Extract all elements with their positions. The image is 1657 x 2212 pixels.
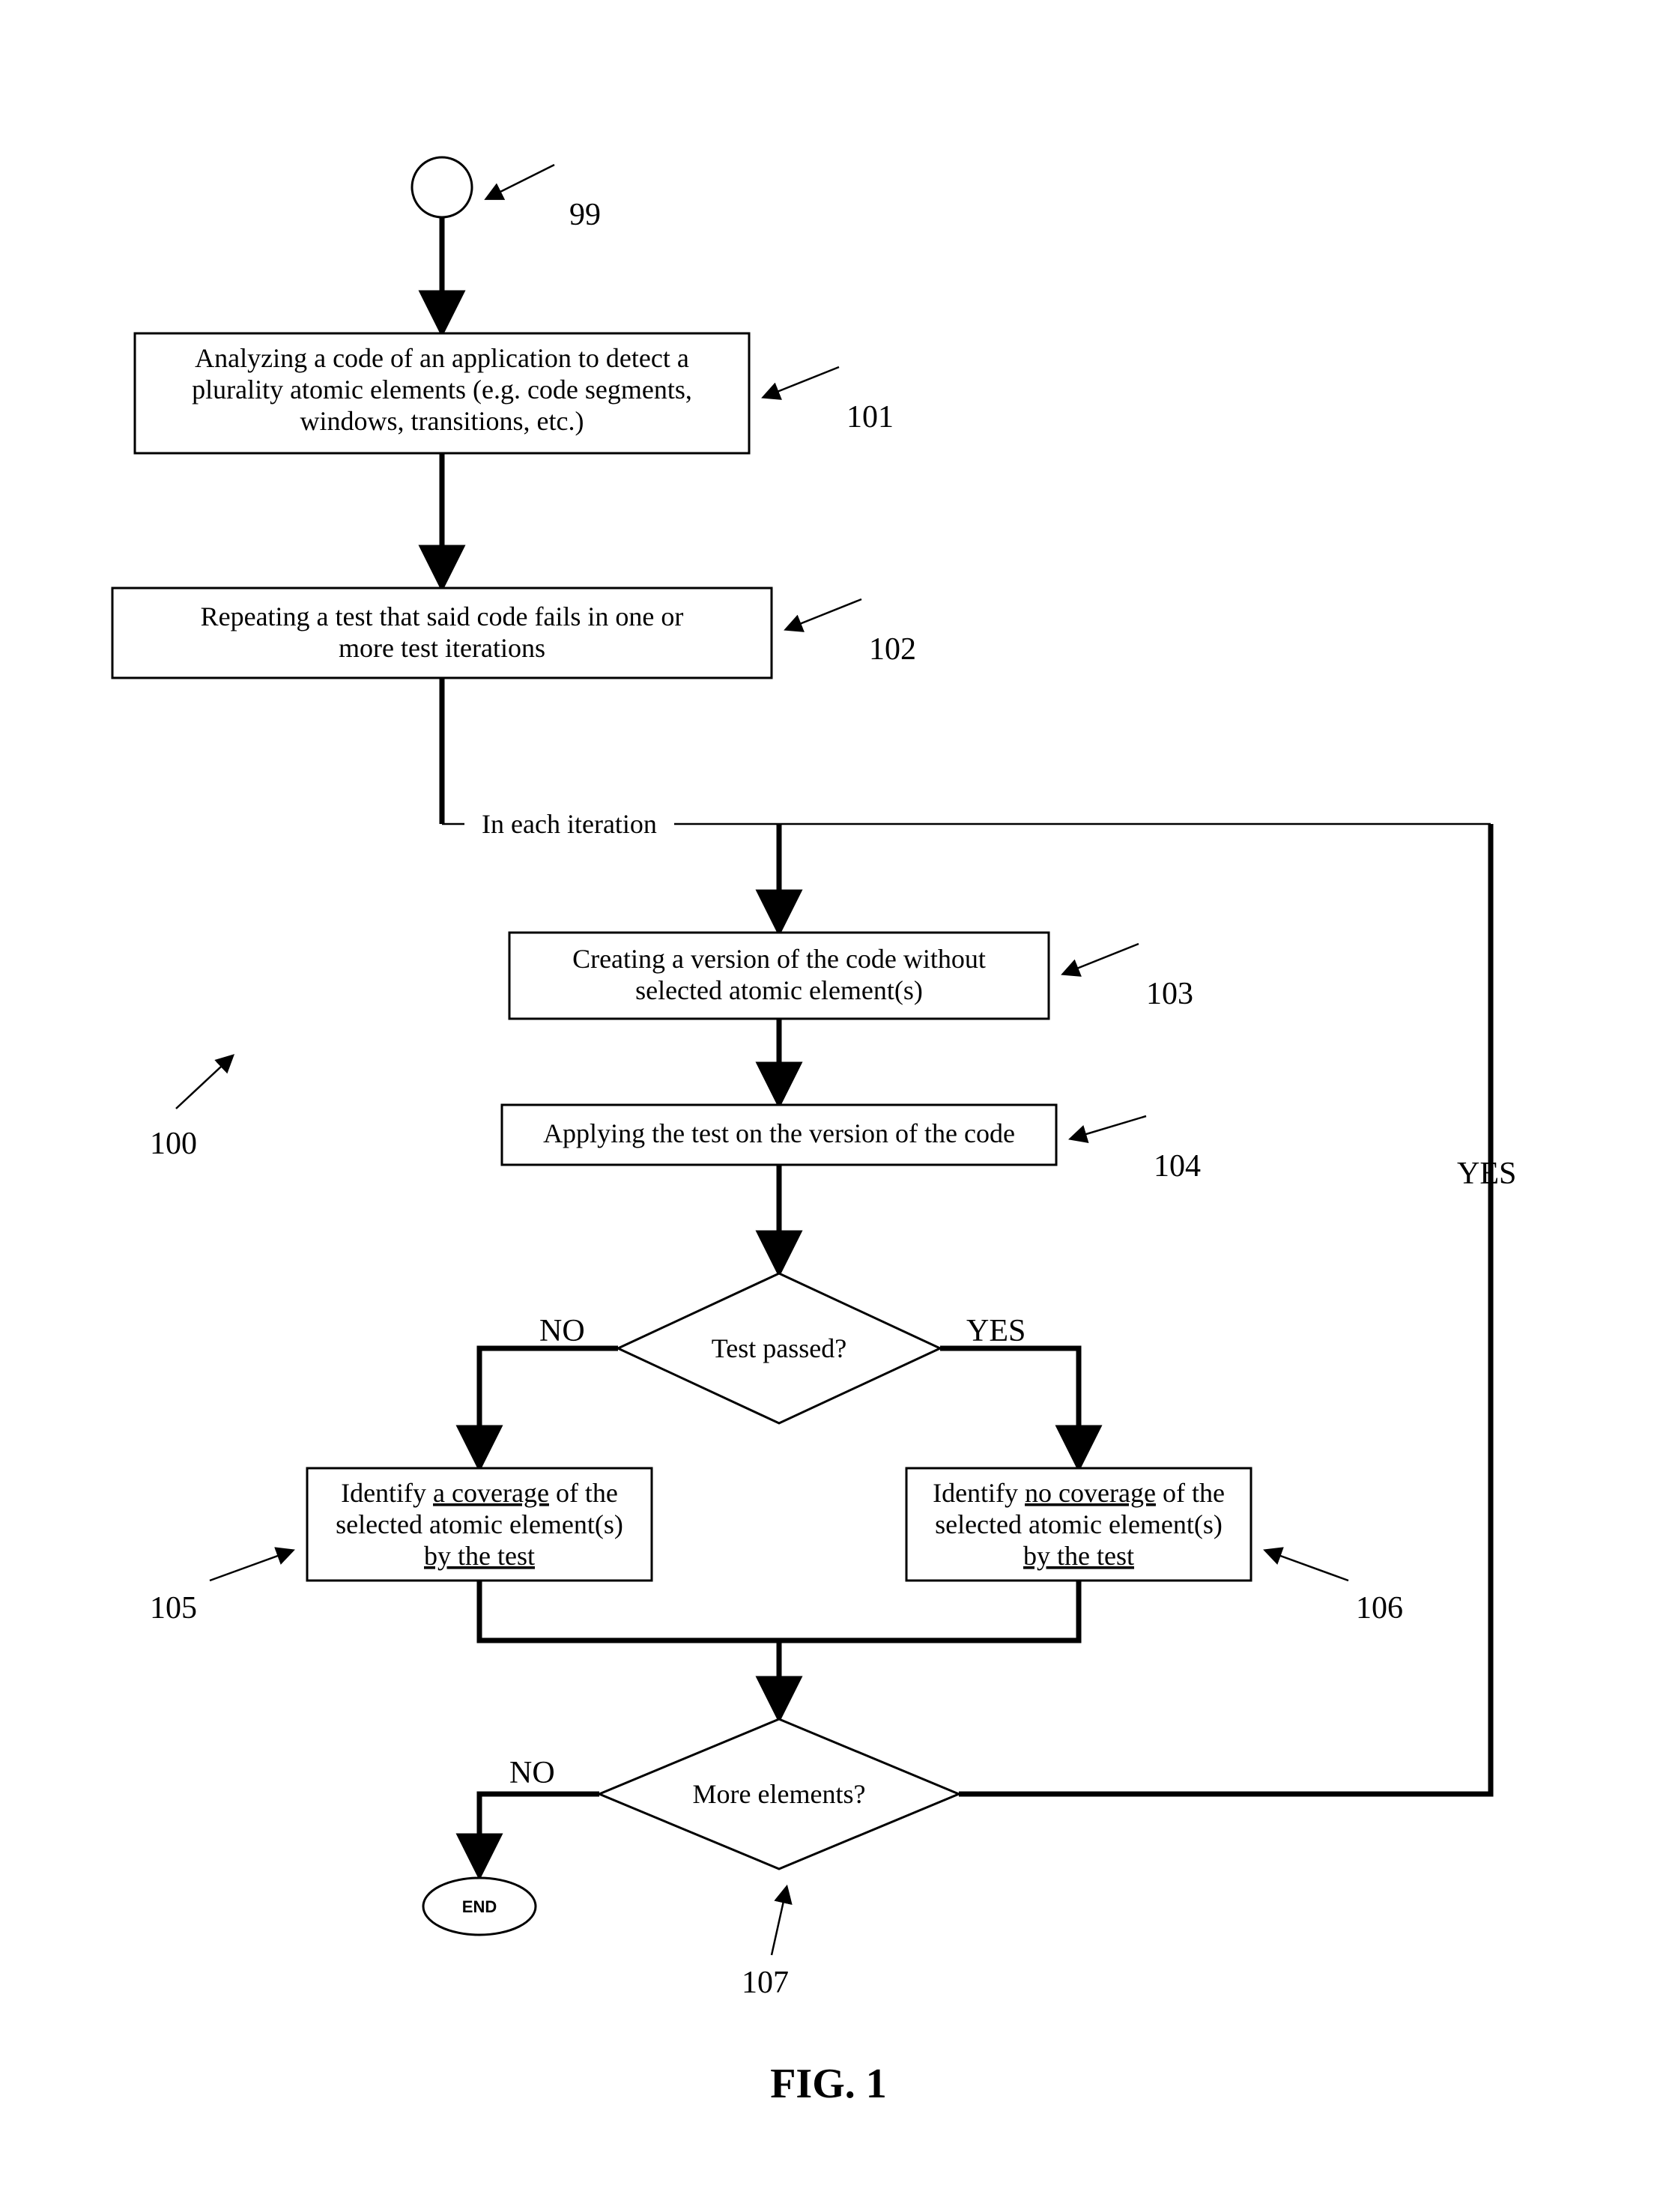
create-text-2: selected atomic element(s) bbox=[635, 975, 923, 1005]
coverage-text-3: by the test bbox=[424, 1541, 535, 1571]
ref-label-apply: 104 bbox=[1154, 1149, 1201, 1184]
ref-arrow-repeat bbox=[787, 599, 861, 629]
ref-label-create: 103 bbox=[1146, 977, 1193, 1011]
no-coverage-text-1: Identify no coverage of the bbox=[933, 1478, 1225, 1508]
apply-text-1: Applying the test on the version of the … bbox=[543, 1118, 1015, 1148]
cov-1a: Identify bbox=[341, 1478, 433, 1508]
ref-arrow-method bbox=[176, 1056, 232, 1109]
ref-label-start: 99 bbox=[569, 198, 601, 232]
edge-decision1-yes bbox=[940, 1348, 1079, 1464]
start-node bbox=[412, 157, 472, 217]
analyze-text-2: plurality atomic elements (e.g. code seg… bbox=[192, 375, 692, 404]
edge-coverage-down bbox=[479, 1581, 779, 1640]
flowchart: 99 Analyzing a code of an application to… bbox=[0, 0, 1657, 2212]
edge-label-yes-1: YES bbox=[966, 1314, 1026, 1348]
ref-arrow-coverage bbox=[210, 1551, 292, 1581]
create-text-1: Creating a version of the code without bbox=[572, 944, 986, 974]
decision1-text: Test passed? bbox=[712, 1333, 846, 1363]
figure-label: FIG. 1 bbox=[770, 2061, 887, 2107]
coverage-text-2: selected atomic element(s) bbox=[336, 1509, 623, 1539]
analyze-text-3: windows, transitions, etc.) bbox=[300, 406, 584, 436]
ref-label-coverage: 105 bbox=[150, 1591, 197, 1625]
ref-label-analyze: 101 bbox=[846, 400, 894, 434]
edge-decision1-no bbox=[479, 1348, 618, 1464]
ref-arrow-create bbox=[1064, 944, 1139, 974]
repeat-text-2: more test iterations bbox=[339, 633, 545, 663]
ref-arrow-apply bbox=[1071, 1116, 1146, 1139]
coverage-text-1: Identify a coverage of the bbox=[341, 1478, 618, 1508]
ref-label-repeat: 102 bbox=[869, 632, 916, 667]
edge-label-no-1: NO bbox=[539, 1314, 585, 1348]
analyze-text-1: Analyzing a code of an application to de… bbox=[195, 343, 689, 373]
ref-arrow-analyze bbox=[764, 367, 839, 397]
cov-1b: a coverage bbox=[433, 1478, 549, 1508]
ref-arrow-more bbox=[772, 1888, 787, 1955]
nocov-1a: Identify bbox=[933, 1478, 1025, 1508]
ref-label-more: 107 bbox=[742, 1966, 789, 2000]
decision2-text: More elements? bbox=[693, 1779, 866, 1809]
iteration-label: In each iteration bbox=[482, 809, 657, 839]
ref-label-no-coverage: 106 bbox=[1356, 1591, 1403, 1625]
edge-label-no-2: NO bbox=[509, 1756, 555, 1790]
ref-label-method: 100 bbox=[150, 1127, 197, 1161]
edge-decision2-no bbox=[479, 1794, 599, 1873]
repeat-text-1: Repeating a test that said code fails in… bbox=[201, 602, 684, 631]
edge-nocoverage-down bbox=[779, 1581, 1079, 1640]
nocov-1c: of the bbox=[1156, 1478, 1225, 1508]
ref-arrow-no-coverage bbox=[1266, 1551, 1348, 1581]
edge-label-yes-2: YES bbox=[1457, 1157, 1516, 1191]
nocov-1b: no coverage bbox=[1025, 1478, 1156, 1508]
ref-arrow-start bbox=[487, 165, 554, 199]
no-coverage-text-3: by the test bbox=[1023, 1541, 1134, 1571]
no-coverage-text-2: selected atomic element(s) bbox=[935, 1509, 1223, 1539]
cov-1c: of the bbox=[549, 1478, 618, 1508]
end-text: END bbox=[462, 1897, 497, 1916]
